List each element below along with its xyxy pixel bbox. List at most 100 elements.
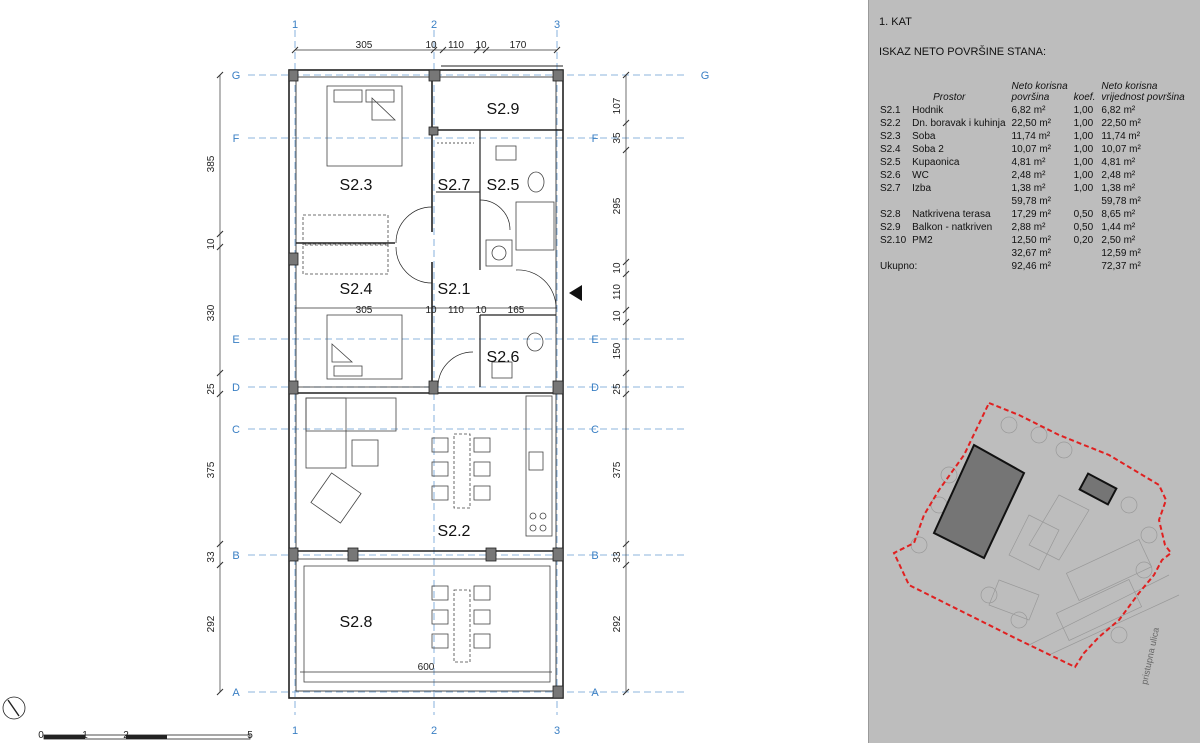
cell-code: S2.4 [880,144,901,155]
subtotal2-area: 32,67 m² [1011,248,1051,259]
axis-label-E-left: E [232,334,239,346]
cell-name: Soba [912,131,936,142]
axis-label-B-left: B [232,550,239,562]
cell-value: 2,48 m² [1101,170,1136,181]
cell-value: 8,65 m² [1101,209,1136,220]
cell-value: 1,38 m² [1101,183,1136,194]
cell-name: PM2 [912,235,933,246]
subtotal2-value: 12,59 m² [1101,248,1141,259]
axis-label-F-left: F [233,133,240,145]
cell-code: S2.6 [880,170,901,181]
table-title: ISKAZ NETO POVRŠINE STANA: [879,46,1047,58]
axis-label-2-top: 2 [431,19,437,31]
floor-title: 1. KAT [879,16,912,28]
axis-label-1-bottom: 1 [292,725,298,737]
table-row: S2.3 Soba 11,74 m² 1,00 11,74 m² [877,130,1188,143]
dim-mid-305: 305 [356,305,373,316]
cell-value: 4,81 m² [1101,157,1136,168]
table-row: S2.2 Dn. boravak i kuhinja 22,50 m² 1,00 22,… [877,117,1188,130]
table-row: S2.5 Kupaonica 4,81 m² 1,00 4,81 m² [877,156,1188,169]
dim-left-375: 375 [206,461,217,478]
subtotal-row-2: 32,67 m² 12,59 m² [877,247,1188,260]
dim-mid-110: 110 [448,305,464,316]
furniture [302,85,555,683]
total-label: Ukupno: [880,261,918,272]
dim-left-33: 33 [206,551,217,563]
cell-coef: 1,00 [1073,183,1094,194]
cell-area: 12,50 m² [1011,235,1051,246]
axis-label-1-top: 1 [292,19,298,31]
building-footprint [932,443,1026,560]
dim-left-10: 10 [206,238,217,250]
header-net-value-1: Neto korisna [1101,81,1158,92]
cell-area: 10,07 m² [1011,144,1051,155]
room-label-s2-6: S2.6 [487,349,520,366]
cell-value: 6,82 m² [1101,105,1136,116]
cell-value: 10,07 m² [1101,144,1141,155]
cell-value: 11,74 m² [1101,131,1141,142]
dim-left-25: 25 [206,383,217,395]
cell-area: 2,48 m² [1011,170,1046,181]
scale-bar: 0 1 2 5 [38,730,253,741]
cell-coef: 0,20 [1073,235,1094,246]
dim-left-385: 385 [206,155,217,172]
dim-right-10b: 10 [612,310,623,322]
dim-right-110: 110 [612,284,623,300]
total-value: 72,37 m² [1101,261,1141,272]
axis-label-E-right: E [591,334,598,346]
dim-top-10b: 10 [475,40,487,51]
dim-mid-165: 165 [508,305,525,316]
cell-coef: 1,00 [1073,157,1094,168]
room-label-s2-9: S2.9 [487,101,520,118]
cell-area: 11,74 m² [1011,131,1051,142]
scale-label-2: 2 [123,730,129,741]
room-label-s2-2: S2.2 [438,523,471,540]
cell-coef: 1,00 [1073,131,1094,142]
axis-label-3-top: 3 [554,19,560,31]
axis-label-A-left: A [232,687,240,699]
cell-code: S2.9 [880,222,901,233]
dim-right-25: 25 [612,383,623,395]
dim-mid-10b: 10 [475,305,487,316]
cell-name: Natkrivena terasa [912,209,991,220]
dim-right-150: 150 [612,342,623,359]
axis-label-G-left: G [232,70,241,82]
axis-label-2-bottom: 2 [431,725,437,737]
cell-name: Hodnik [912,105,944,116]
site-street-label: pristupna ulica [1139,627,1161,686]
walls [288,65,564,699]
axis-label-C-right: C [591,424,599,436]
cell-name: Kupaonica [912,157,960,168]
cell-code: S2.2 [880,118,901,129]
cell-name: WC [912,170,929,181]
total-area: 92,46 m² [1011,261,1051,272]
cell-coef: 1,00 [1073,105,1094,116]
cell-area: 4,81 m² [1011,157,1046,168]
table-row: S2.7 Izba 1,38 m² 1,00 1,38 m² [877,182,1188,195]
scale-label-0: 0 [38,730,44,741]
cell-value: 2,50 m² [1101,235,1136,246]
subtotal-row-1: 59,78 m² 59,78 m² [877,195,1188,208]
axis-label-G-right: G [701,70,710,82]
cell-area: 17,29 m² [1011,209,1051,220]
dim-bottom-600: 600 [418,662,435,673]
cell-coef: 1,00 [1073,144,1094,155]
cell-name: Izba [912,183,932,194]
entrance-arrow [569,285,582,301]
table-row: S2.1 Hodnik 6,82 m² 1,00 6,82 m² [877,104,1188,117]
plot-boundary [892,402,1173,669]
dim-left-330: 330 [206,304,217,321]
cell-area: 22,50 m² [1011,118,1051,129]
subtotal1-value: 59,78 m² [1101,196,1141,207]
axis-label-B-right: B [591,550,598,562]
north-arrow-icon [2,696,26,720]
cell-code: S2.3 [880,131,901,142]
cell-name: Soba 2 [912,144,944,155]
dim-right-107: 107 [612,97,623,114]
axis-label-3-bottom: 3 [554,725,560,737]
cell-name: Balkon - natkriven [912,222,993,233]
cell-code: S2.5 [880,157,901,168]
axis-label-D-right: D [591,382,599,394]
cell-value: 22,50 m² [1101,118,1141,129]
cell-coef: 0,50 [1073,209,1094,220]
